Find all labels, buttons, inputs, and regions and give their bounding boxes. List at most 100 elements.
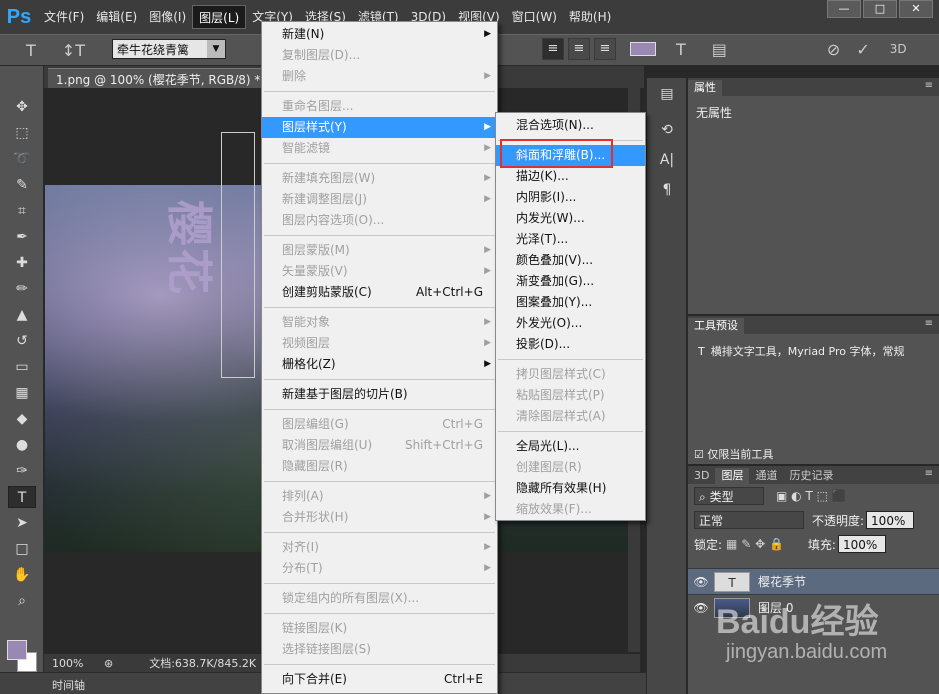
- align-left-button[interactable]: ≡: [542, 38, 564, 60]
- foreground-color[interactable]: [7, 640, 27, 660]
- panel-menu-icon[interactable]: ≡: [925, 80, 933, 91]
- style-menu-item[interactable]: 全局光(L)...: [496, 436, 645, 457]
- marquee-tool-icon[interactable]: ⬚: [8, 122, 36, 144]
- align-right-button[interactable]: ≡: [594, 38, 616, 60]
- crop-tool-icon[interactable]: ⌗: [8, 200, 36, 222]
- type-tool-preset-icon[interactable]: T: [26, 41, 36, 60]
- text-bounding-box[interactable]: [221, 132, 255, 378]
- style-menu-item[interactable]: 内发光(W)...: [496, 208, 645, 229]
- path-select-tool-icon[interactable]: ➤: [8, 512, 36, 534]
- layer-row-image[interactable]: 👁 图层 0: [688, 594, 939, 620]
- style-menu-item[interactable]: 描边(K)...: [496, 166, 645, 187]
- layer-menu-item[interactable]: 新建(N) ▶: [262, 24, 497, 45]
- dodge-tool-icon[interactable]: ●: [8, 434, 36, 456]
- menu-image[interactable]: 图像(I): [143, 5, 192, 29]
- filter-icons[interactable]: ▣ ◐ T ⬚ ⬛: [776, 489, 847, 503]
- layer-menu-item[interactable]: 创建剪贴蒙版(C) Alt+Ctrl+G: [262, 282, 497, 303]
- visibility-eye-icon[interactable]: 👁: [688, 601, 714, 615]
- layer-menu-item[interactable]: 新建基于图层的切片(B): [262, 384, 497, 405]
- color-swatches[interactable]: [7, 640, 41, 674]
- layer-menu-item[interactable]: 栅格化(Z) ▶: [262, 354, 497, 375]
- cancel-icon[interactable]: ⊘: [827, 40, 840, 59]
- history-panel-icon[interactable]: ⟲: [653, 122, 681, 144]
- commit-icon[interactable]: ✓: [856, 40, 869, 59]
- layer-menu-item[interactable]: 向下合并(E) Ctrl+E: [262, 669, 497, 690]
- layer-menu-item: 链接图层(K): [262, 618, 497, 639]
- menu-window[interactable]: 窗口(W): [506, 5, 563, 29]
- tab-channels[interactable]: 通道: [749, 468, 783, 484]
- brush-tool-icon[interactable]: ✏: [8, 278, 36, 300]
- gradient-tool-icon[interactable]: ▦: [8, 382, 36, 404]
- tab-3d[interactable]: 3D: [688, 468, 715, 484]
- clone-stamp-tool-icon[interactable]: ▲: [8, 304, 36, 326]
- layer-menu-item: 复制图层(D)...: [262, 45, 497, 66]
- zoom-tool-icon[interactable]: ⌕: [8, 590, 36, 612]
- style-menu-item[interactable]: 内阴影(I)...: [496, 187, 645, 208]
- menu-separator: [264, 481, 495, 482]
- opacity-field[interactable]: 100%: [866, 511, 915, 529]
- type-tool-icon[interactable]: T: [8, 486, 36, 508]
- tab-properties[interactable]: 属性: [688, 80, 722, 96]
- document-tab[interactable]: 1.png @ 100% (樱花季节, RGB/8) * ×: [48, 68, 289, 90]
- menu-help[interactable]: 帮助(H): [563, 5, 617, 29]
- close-button[interactable]: ✕: [899, 0, 933, 18]
- visibility-eye-icon[interactable]: 👁: [688, 575, 714, 589]
- layer-style-submenu: 混合选项(N)... 斜面和浮雕(B)... 描边(K)... 内阴影(I)... 内发…: [495, 112, 646, 521]
- hand-tool-icon[interactable]: ✋: [8, 564, 36, 586]
- eyedropper-tool-icon[interactable]: ✒: [8, 226, 36, 248]
- rectangle-tool-icon[interactable]: □: [8, 538, 36, 560]
- submenu-arrow-icon: ▶: [484, 122, 491, 132]
- tab-tool-presets[interactable]: 工具预设: [688, 318, 744, 334]
- layer-menu-item: 图层内容选项(O)...: [262, 210, 497, 231]
- menu-item-label: 清除图层样式(A): [516, 409, 606, 423]
- style-menu-item[interactable]: 图案叠加(Y)...: [496, 292, 645, 313]
- zoom-level[interactable]: 100%: [44, 657, 104, 670]
- character-panel-icon[interactable]: A|: [653, 152, 681, 174]
- 3d-mode-button[interactable]: 3D: [890, 42, 907, 56]
- style-menu-item[interactable]: 混合选项(N)...: [496, 115, 645, 136]
- blend-mode-select[interactable]: 正常: [694, 511, 804, 529]
- layer-row-text[interactable]: 👁 T 樱花季节: [688, 568, 939, 594]
- text-color-swatch[interactable]: [630, 42, 656, 56]
- panel-menu-icon[interactable]: ≡: [925, 318, 933, 329]
- style-menu-item[interactable]: 投影(D)...: [496, 334, 645, 355]
- font-family-select[interactable]: 牵牛花绕青篱 ▼: [112, 39, 226, 59]
- eraser-tool-icon[interactable]: ▭: [8, 356, 36, 378]
- tab-layers[interactable]: 图层: [715, 468, 750, 484]
- quick-select-tool-icon[interactable]: ✎: [8, 174, 36, 196]
- style-menu-item[interactable]: 斜面和浮雕(B)...: [496, 145, 645, 166]
- style-menu-item[interactable]: 隐藏所有效果(H): [496, 478, 645, 499]
- menu-edit[interactable]: 编辑(E): [90, 5, 143, 29]
- panel-menu-icon[interactable]: ≡: [925, 468, 933, 479]
- lock-icons[interactable]: ▦ ✎ ✥ 🔒: [726, 537, 784, 551]
- style-menu-item[interactable]: 外发光(O)...: [496, 313, 645, 334]
- tool-preset-item[interactable]: T 横排文字工具，Myriad Pro 字体，常规: [692, 340, 935, 362]
- move-tool-icon[interactable]: ✥: [8, 96, 36, 118]
- layer-menu-item[interactable]: 图层样式(Y) ▶: [262, 117, 497, 138]
- character-panel-icon[interactable]: ▤: [712, 40, 727, 59]
- current-tool-only-checkbox[interactable]: ☑ 仅限当前工具: [694, 446, 773, 462]
- share-icon[interactable]: ⊛: [104, 657, 113, 670]
- align-center-button[interactable]: ≡: [568, 38, 590, 60]
- toggle-orientation-icon[interactable]: ↕T: [62, 41, 85, 60]
- menu-separator: [498, 359, 643, 360]
- warp-text-icon[interactable]: T: [676, 40, 686, 59]
- pen-tool-icon[interactable]: ✑: [8, 460, 36, 482]
- tab-history[interactable]: 历史记录: [783, 468, 839, 484]
- style-menu-item[interactable]: 光泽(T)...: [496, 229, 645, 250]
- fill-field[interactable]: 100%: [837, 535, 886, 553]
- properties-panel-icon[interactable]: ▤: [653, 86, 681, 108]
- blur-tool-icon[interactable]: ◆: [8, 408, 36, 430]
- menu-file[interactable]: 文件(F): [38, 5, 90, 29]
- style-menu-item: 清除图层样式(A): [496, 406, 645, 427]
- healing-brush-tool-icon[interactable]: ✚: [8, 252, 36, 274]
- layer-filter-select[interactable]: ⌕ 类型: [694, 487, 764, 505]
- paragraph-panel-icon[interactable]: ¶: [653, 182, 681, 204]
- style-menu-item[interactable]: 渐变叠加(G)...: [496, 271, 645, 292]
- history-brush-tool-icon[interactable]: ↺: [8, 330, 36, 352]
- style-menu-item[interactable]: 颜色叠加(V)...: [496, 250, 645, 271]
- menu-layer[interactable]: 图层(L): [192, 5, 247, 29]
- lasso-tool-icon[interactable]: ➰: [8, 148, 36, 170]
- minimize-button[interactable]: —: [827, 0, 861, 18]
- maximize-button[interactable]: □: [863, 0, 897, 18]
